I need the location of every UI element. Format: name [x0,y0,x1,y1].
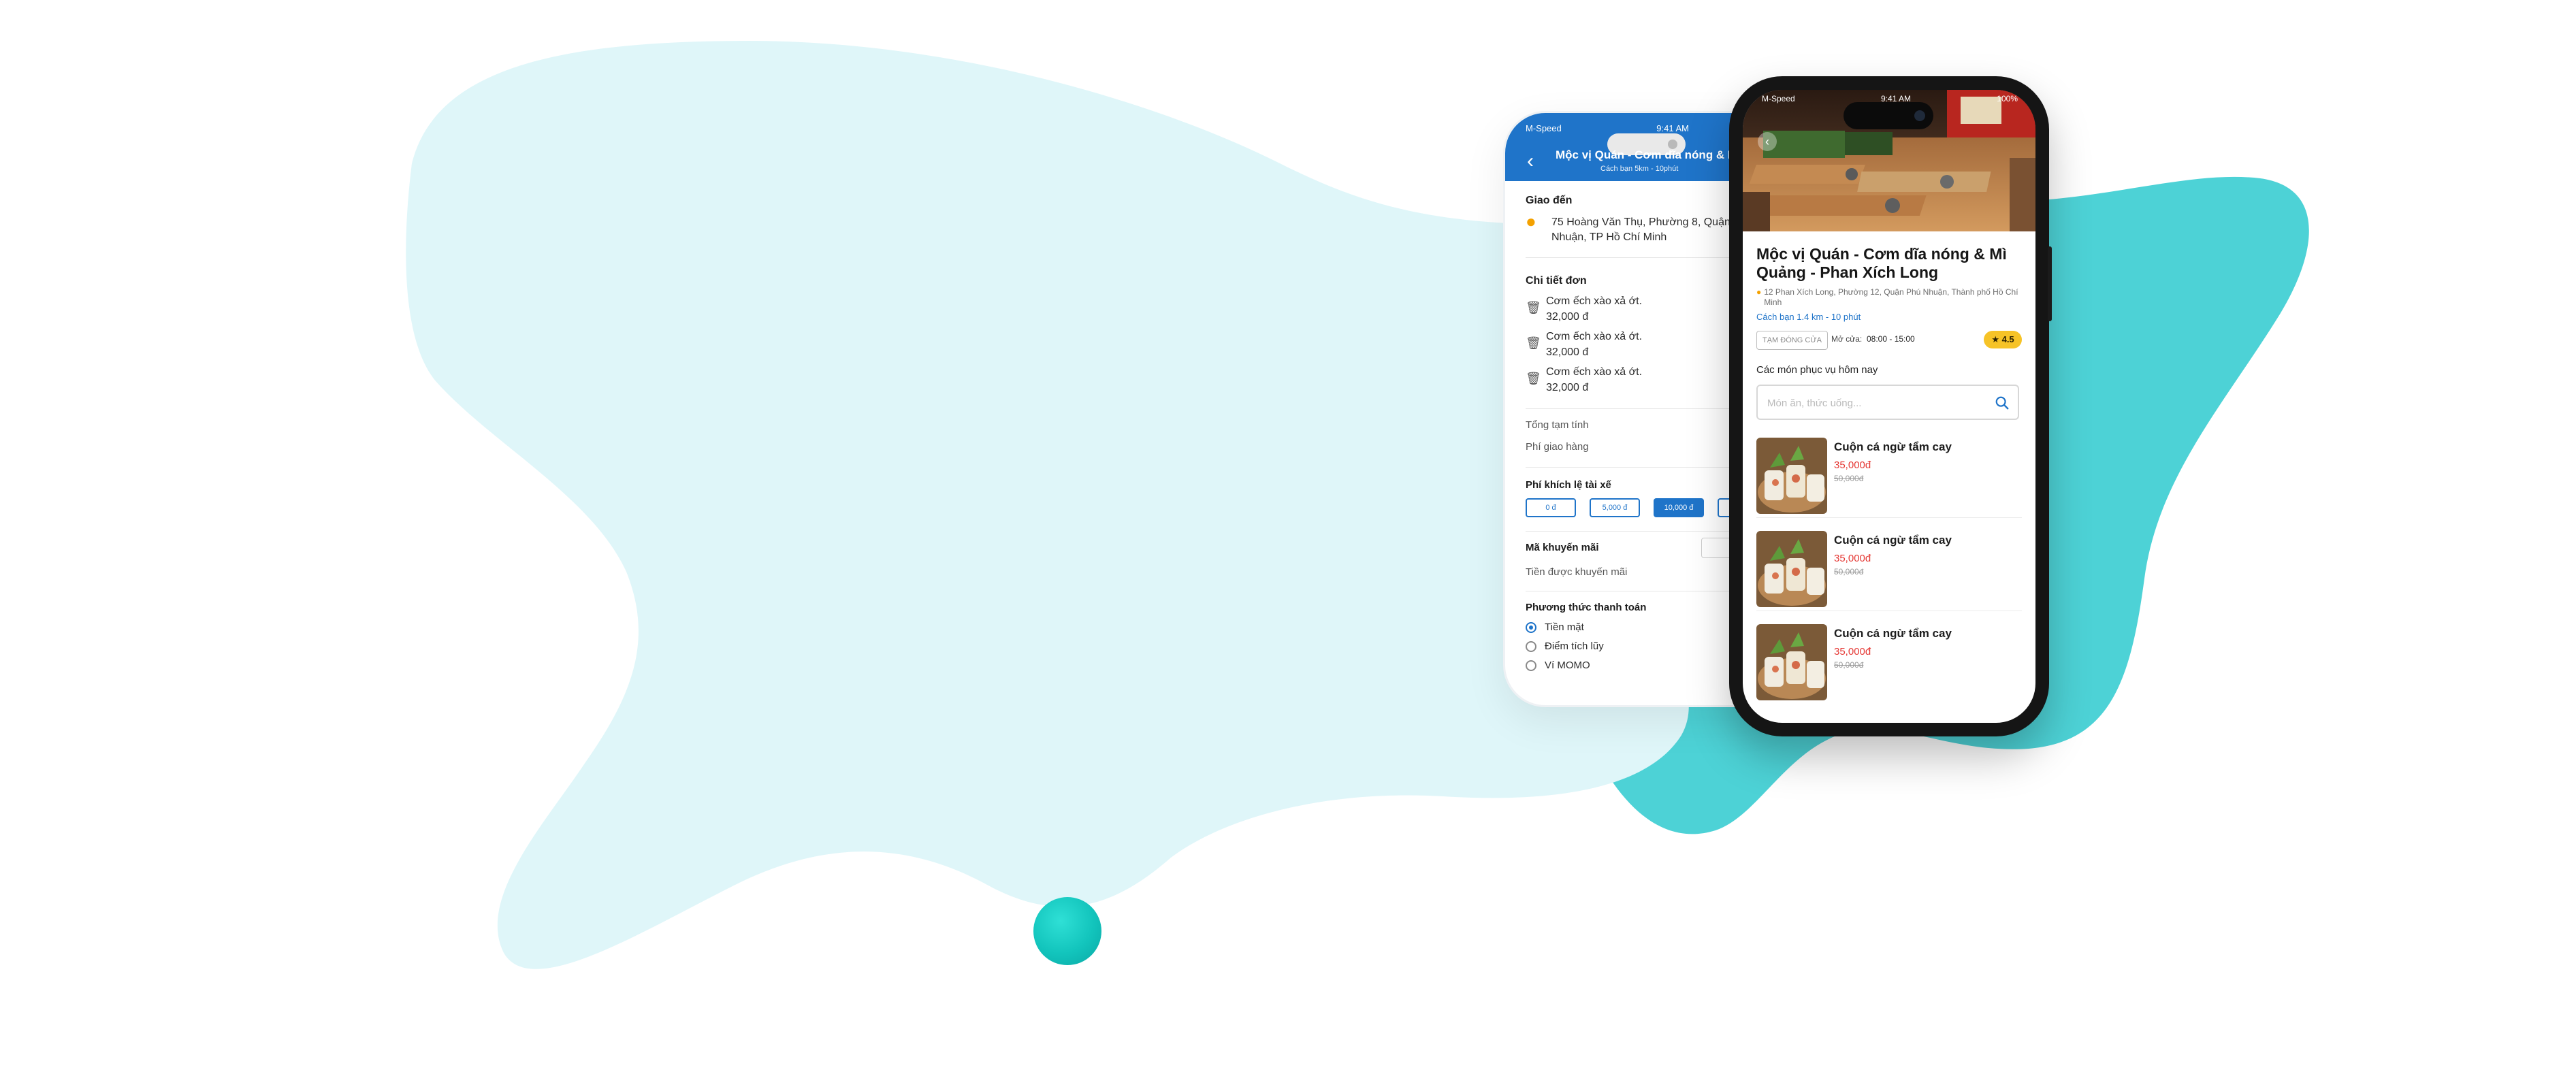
driver-tip-label: Phí khích lệ tài xế [1526,479,1611,491]
dish-old-price: 50,000đ [1834,567,1864,576]
menu-item[interactable]: Cuộn cá ngừ tẩm cay 35,000đ 50,000đ [1756,531,2022,611]
dish-image [1756,438,1827,514]
promo-label: Mã khuyến mãi [1526,542,1599,553]
dish-price: 35,000đ [1834,646,1871,657]
order-item-name: Cơm ếch xào xả ớt. [1546,331,1643,342]
trash-icon[interactable]: 🗑 [1526,336,1541,351]
dish-photo [1756,438,1827,514]
payment-radio-momo[interactable] [1526,660,1536,671]
menu-item[interactable]: Cuộn cá ngừ tẩm cay 35,000đ 50,000đ [1756,438,2022,518]
promo-discount-label: Tiền được khuyến mãi [1526,566,1628,578]
search-placeholder: Món ăn, thức uống... [1767,397,1862,409]
carrier-text: M-Speed [1762,94,1795,103]
dish-image [1756,624,1827,700]
dish-old-price: 50,000đ [1834,474,1864,483]
menu-item[interactable]: Cuộn cá ngừ tẩm cay 35,000đ 50,000đ [1756,624,2022,704]
shipping-label: Phí giao hàng [1526,441,1589,453]
star-icon: ★ [1991,334,1999,344]
payment-radio-points[interactable] [1526,641,1536,652]
tip-option-0[interactable]: 0 đ [1526,498,1576,517]
background-shapes [406,41,2309,969]
restaurant-address-row: ● 12 Phan Xích Long, Phường 12, Quận Phú… [1756,287,2022,308]
dish-photo [1756,531,1827,607]
carrier-text: M-Speed [1526,123,1562,133]
checkout-title: Mộc vị Quán - Cơm dĩa nóng & Mì [1556,148,1741,161]
payment-method-label: Phương thức thanh toán [1526,602,1647,613]
payment-option-momo: Ví MOMO [1545,660,1590,671]
order-item-price: 32,000 đ [1546,346,1589,358]
search-icon[interactable] [1995,395,2010,410]
dish-old-price: 50,000đ [1834,660,1864,670]
opening-hours-label: Mở cửa: [1831,334,1863,344]
payment-option-cash: Tiền mặt [1545,621,1584,633]
dish-name: Cuộn cá ngừ tẩm cay [1834,534,1952,547]
restaurant-address: 12 Phan Xích Long, Phường 12, Quận Phú N… [1764,287,2018,307]
subtotal-label: Tổng tạm tính [1526,419,1589,431]
restaurant-screen: M-Speed 9:41 AM 100% ‹ Mộc vị Quán - Cơm… [1743,90,2035,723]
restaurant-cover-photo: M-Speed 9:41 AM 100% ‹ [1743,90,2035,231]
battery-text: 100% [1997,94,2018,103]
dish-name: Cuộn cá ngừ tẩm cay [1834,627,1952,640]
trash-icon[interactable]: 🗑 [1526,301,1541,315]
tip-option-1[interactable]: 5,000 đ [1590,498,1640,517]
tip-option-2[interactable]: 10,000 đ [1654,498,1704,517]
dish-photo [1756,624,1827,700]
power-button [2048,246,2052,321]
restaurant-distance: Cách bạn 1.4 km - 10 phút [1756,312,1861,322]
location-pin-icon: ● [1756,287,1762,297]
menu-heading: Các món phục vụ hôm nay [1756,364,1878,376]
checkout-subtitle: Cách bạn 5km - 10phút [1600,165,1679,173]
order-detail-label: Chi tiết đơn [1526,275,1587,287]
delivery-label: Giao đến [1526,195,1573,206]
opening-hours-value: 08:00 - 15:00 [1867,334,1915,344]
menu-search-input[interactable]: Món ăn, thức uống... [1756,385,2019,420]
dish-price: 35,000đ [1834,553,1871,564]
clock-text: 9:41 AM [1656,123,1689,133]
order-item-price: 32,000 đ [1546,382,1589,393]
order-item-price: 32,000 đ [1546,311,1589,323]
restaurant-name: Mộc vị Quán - Cơm dĩa nóng & Mì Quảng - … [1756,245,2007,281]
divider [1756,517,2022,518]
order-item-name: Cơm ếch xào xả ớt. [1546,295,1643,307]
dish-name: Cuộn cá ngừ tẩm cay [1834,440,1952,453]
back-arrow-icon[interactable]: ‹ [1758,132,1777,151]
back-arrow-icon[interactable]: ‹ [1527,151,1534,172]
rating-badge: ★ 4.5 [1984,331,2022,348]
decorative-dot [1033,897,1101,965]
trash-icon[interactable]: 🗑 [1526,372,1541,386]
restaurant-phone: M-Speed 9:41 AM 100% ‹ Mộc vị Quán - Cơm… [1729,76,2052,736]
closed-status-badge: TẠM ĐÓNG CỬA [1756,331,1829,350]
location-pin-icon: ● [1526,211,1536,231]
dish-price: 35,000đ [1834,459,1871,471]
payment-option-points: Điểm tích lũy [1545,640,1604,652]
dynamic-island [1844,102,1933,129]
order-item-name: Cơm ếch xào xả ớt. [1546,366,1643,378]
rating-value: 4.5 [2001,334,2014,344]
payment-radio-cash[interactable] [1526,622,1536,633]
dish-image [1756,531,1827,607]
